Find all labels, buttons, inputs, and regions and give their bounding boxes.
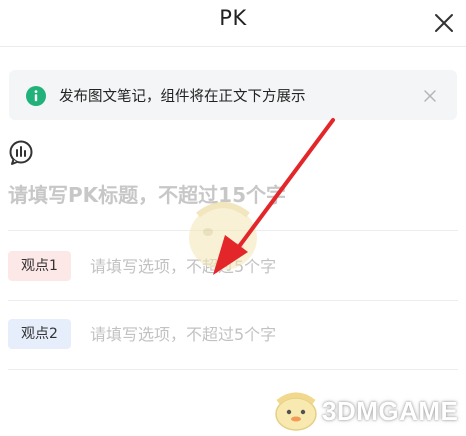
header-bar: PK xyxy=(0,0,466,47)
notice-text: 发布图文笔记，组件将在正文下方展示 xyxy=(59,89,306,105)
option-row-2: 观点2 xyxy=(8,315,458,355)
divider xyxy=(8,230,458,231)
divider xyxy=(8,300,458,301)
option-tag-1: 观点1 xyxy=(8,251,71,281)
pk-title-input[interactable] xyxy=(8,177,438,213)
close-button[interactable] xyxy=(432,11,456,35)
watermark-text: 3DMGAME xyxy=(322,396,459,426)
close-icon xyxy=(424,90,436,102)
option-tag-2: 观点2 xyxy=(8,319,71,349)
notice-banner: 发布图文笔记，组件将在正文下方展示 xyxy=(9,70,457,120)
option-input-2[interactable] xyxy=(90,319,450,349)
close-icon xyxy=(435,14,453,32)
info-icon xyxy=(26,86,46,106)
page-title: PK xyxy=(219,6,247,30)
option-row-1: 观点1 xyxy=(8,247,458,287)
notice-close-button[interactable] xyxy=(422,88,438,104)
option-input-1[interactable] xyxy=(90,251,450,281)
divider xyxy=(8,369,458,370)
watermark-logo xyxy=(275,392,317,431)
poll-chart-icon xyxy=(9,140,33,165)
annotation-arrow xyxy=(213,118,335,275)
